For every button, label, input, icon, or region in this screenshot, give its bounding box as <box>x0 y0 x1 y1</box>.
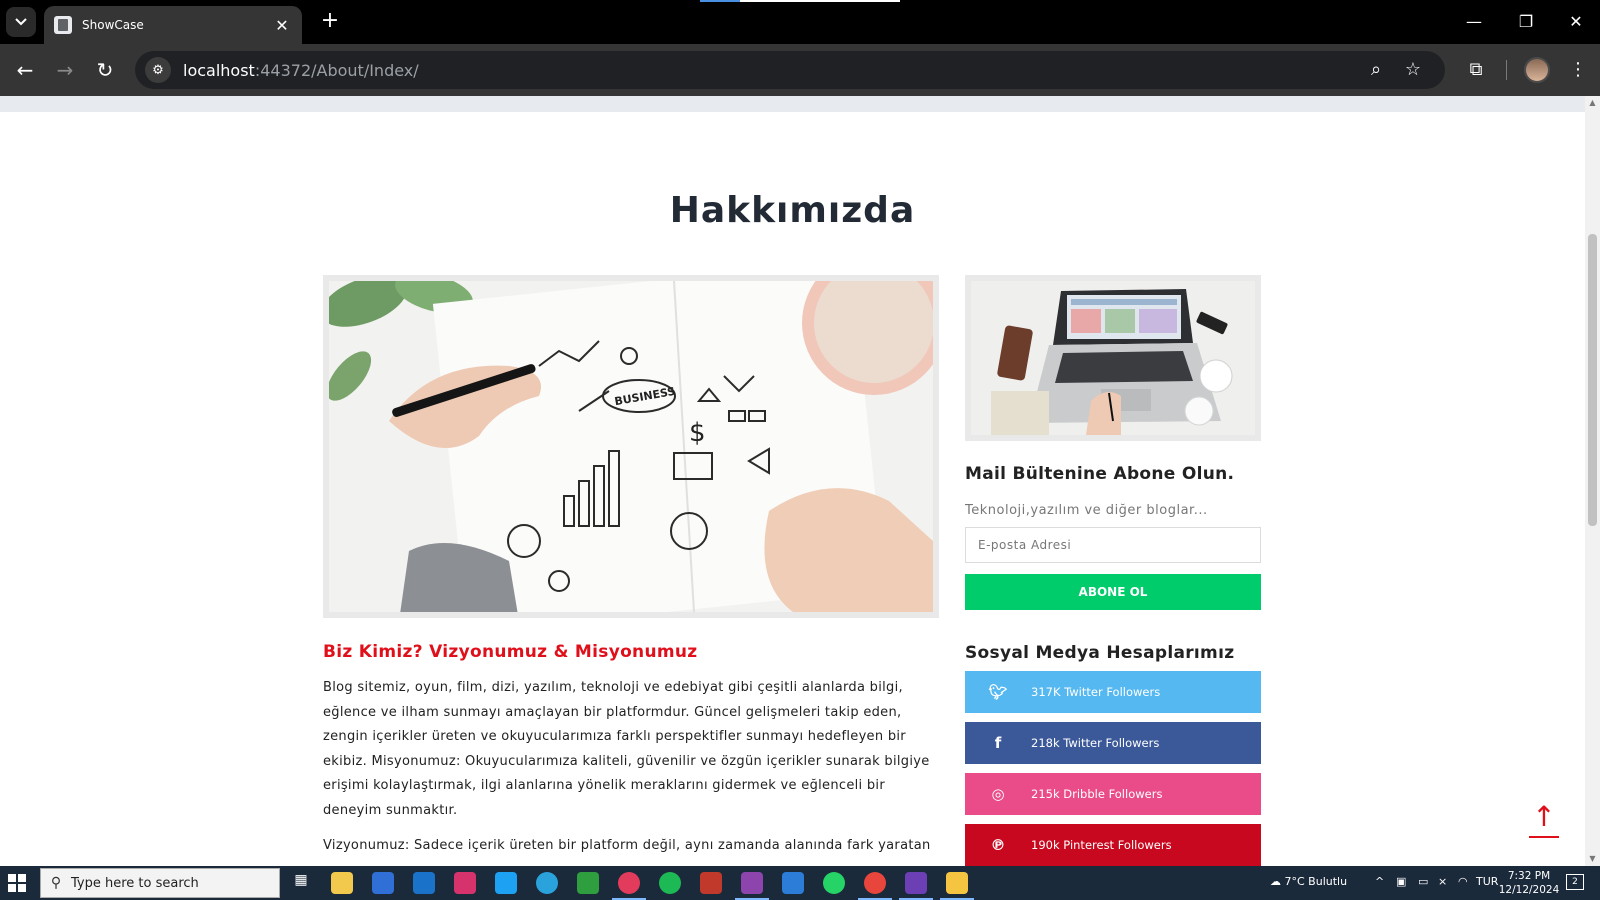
subscribe-button[interactable]: ABONE OL <box>965 574 1261 610</box>
page-viewport: Hakkımızda BUSINESS $ Mail Bültenine Abo… <box>0 96 1585 866</box>
twitter-app-icon[interactable] <box>495 872 517 894</box>
sidebar-image-frame <box>965 275 1261 441</box>
start-button[interactable] <box>8 874 26 892</box>
file-explorer-icon[interactable] <box>331 872 353 894</box>
browser-toolbar: ← → ↻ ⚙ localhost:44372/About/Index/ ⌕ ☆… <box>0 44 1600 96</box>
clock-date: 12/12/2024 <box>1498 884 1560 896</box>
social-link-dribbble[interactable]: ◎ 215k Dribble Followers <box>965 773 1261 815</box>
language-indicator[interactable]: TUR <box>1476 875 1498 888</box>
newsletter-heading: Mail Bültenine Abone Olun. <box>965 464 1235 484</box>
facebook-icon: f <box>994 734 1002 752</box>
spotify-icon[interactable] <box>659 872 681 894</box>
dollar-sketch-icon: $ <box>689 418 706 448</box>
close-tab-icon[interactable]: ✕ <box>272 16 292 35</box>
clock-time: 7:32 PM <box>1507 870 1551 882</box>
page-scrollbar[interactable]: ▲ ▼ <box>1585 96 1600 866</box>
pinterest-icon: ℗ <box>990 836 1006 854</box>
minimize-window-button[interactable]: — <box>1462 10 1486 34</box>
toolbar-divider <box>1506 60 1507 80</box>
about-hero-image: BUSINESS $ <box>329 281 933 612</box>
site-info-icon[interactable]: ⚙ <box>145 57 171 83</box>
page-title: Hakkımızda <box>669 190 916 231</box>
visual-studio-icon[interactable] <box>735 872 769 900</box>
back-to-top-button[interactable]: ↑ <box>1529 803 1559 838</box>
windows-logo-icon <box>8 874 16 882</box>
wifi-icon[interactable]: ◠ <box>1458 875 1468 888</box>
opera-icon[interactable] <box>612 872 646 900</box>
whatsapp-icon[interactable] <box>823 872 845 894</box>
snipping-tool-icon[interactable] <box>940 872 974 900</box>
social-link-facebook[interactable]: f 218k Twitter Followers <box>965 722 1261 764</box>
browser-tab[interactable]: ShowCase ✕ <box>44 6 302 44</box>
reload-button[interactable]: ↻ <box>91 56 119 84</box>
header-strip <box>0 96 1585 112</box>
windows-taskbar: ⚲ Type here to search ▦ ☁ 7°C Bulutlu ^ … <box>0 866 1600 900</box>
page-favicon-icon <box>54 16 72 34</box>
social-link-pinterest[interactable]: ℗ 190k Pinterest Followers <box>965 824 1261 866</box>
pdf-reader-icon[interactable] <box>700 872 722 894</box>
close-window-button[interactable]: ✕ <box>1564 10 1588 34</box>
vision-paragraph: Vizyonumuz: Sadece içerik üreten bir pla… <box>323 838 931 853</box>
battery-icon[interactable]: ▭ <box>1418 875 1428 888</box>
address-bar[interactable]: ⚙ localhost:44372/About/Index/ ⌕ ☆ <box>135 51 1445 89</box>
browser-menu-icon[interactable]: ⋮ <box>1565 57 1591 83</box>
search-icon: ⚲ <box>50 875 62 891</box>
about-section-heading: Biz Kimiz? Vizyonumuz & Misyonumuz <box>323 642 698 662</box>
zoom-icon[interactable]: ⌕ <box>1365 59 1387 81</box>
newsletter-email-input[interactable] <box>965 527 1261 563</box>
tab-search-button[interactable] <box>6 7 36 37</box>
taskbar-clock[interactable]: 7:32 PM 12/12/2024 <box>1498 869 1560 897</box>
visual-studio-2-icon[interactable] <box>899 872 933 900</box>
vscode-icon[interactable] <box>782 872 804 894</box>
about-hero-image-frame: BUSINESS $ <box>323 275 939 618</box>
outlook-icon[interactable] <box>413 872 435 894</box>
social-label: 218k Twitter Followers <box>1031 736 1160 750</box>
microsoft-store-icon[interactable] <box>372 872 394 894</box>
back-button[interactable]: ← <box>11 56 39 84</box>
taskbar-search-placeholder: Type here to search <box>71 875 199 891</box>
instagram-icon[interactable] <box>454 872 476 894</box>
new-tab-button[interactable]: + <box>318 10 342 34</box>
cloud-icon: ☁ <box>1270 875 1281 888</box>
chevron-down-icon <box>15 18 27 26</box>
social-label: 190k Pinterest Followers <box>1031 838 1172 852</box>
task-view-icon[interactable]: ▦ <box>290 872 312 894</box>
network-icon[interactable]: ▣ <box>1396 875 1406 888</box>
extensions-icon[interactable]: ⧉ <box>1463 57 1489 83</box>
volume-muted-icon[interactable]: × <box>1438 875 1447 888</box>
dribbble-icon: ◎ <box>991 785 1005 803</box>
telegram-icon[interactable] <box>536 872 558 894</box>
restore-window-button[interactable]: ❐ <box>1514 10 1538 34</box>
taskbar-search-box[interactable]: ⚲ Type here to search <box>40 868 280 898</box>
social-media-heading: Sosyal Medya Hesaplarımız <box>965 643 1235 663</box>
sidebar-laptop-image <box>971 281 1255 435</box>
scroll-down-arrow-icon[interactable]: ▼ <box>1588 854 1597 863</box>
scrollbar-thumb[interactable] <box>1588 234 1597 526</box>
chrome-icon[interactable] <box>858 872 892 900</box>
twitter-icon: 🐦︎ <box>988 683 1008 701</box>
scroll-up-arrow-icon[interactable]: ▲ <box>1588 98 1597 107</box>
newsletter-subtitle: Teknoloji,yazılım ve diğer bloglar... <box>965 503 1208 518</box>
weather-widget[interactable]: ☁ 7°C Bulutlu <box>1270 875 1347 888</box>
social-label: 317K Twitter Followers <box>1031 685 1161 699</box>
bookmark-star-icon[interactable]: ☆ <box>1402 59 1424 81</box>
weather-text: 7°C Bulutlu <box>1284 875 1348 888</box>
xbox-icon[interactable] <box>577 872 599 894</box>
about-paragraph: Blog sitemiz, oyun, film, dizi, yazılım,… <box>323 680 930 818</box>
url-text[interactable]: localhost:44372/About/Index/ <box>183 61 419 80</box>
tab-title: ShowCase <box>82 18 144 32</box>
profile-avatar[interactable] <box>1524 57 1550 83</box>
forward-button[interactable]: → <box>51 56 79 84</box>
social-label: 215k Dribble Followers <box>1031 787 1163 801</box>
social-link-twitter[interactable]: 🐦︎ 317K Twitter Followers <box>965 671 1261 713</box>
browser-tab-bar: ShowCase ✕ + — ❐ ✕ <box>0 0 1600 44</box>
notifications-icon[interactable]: 2 <box>1566 874 1584 890</box>
tray-chevron-icon[interactable]: ^ <box>1375 875 1384 888</box>
page-loading-bar <box>700 0 900 2</box>
